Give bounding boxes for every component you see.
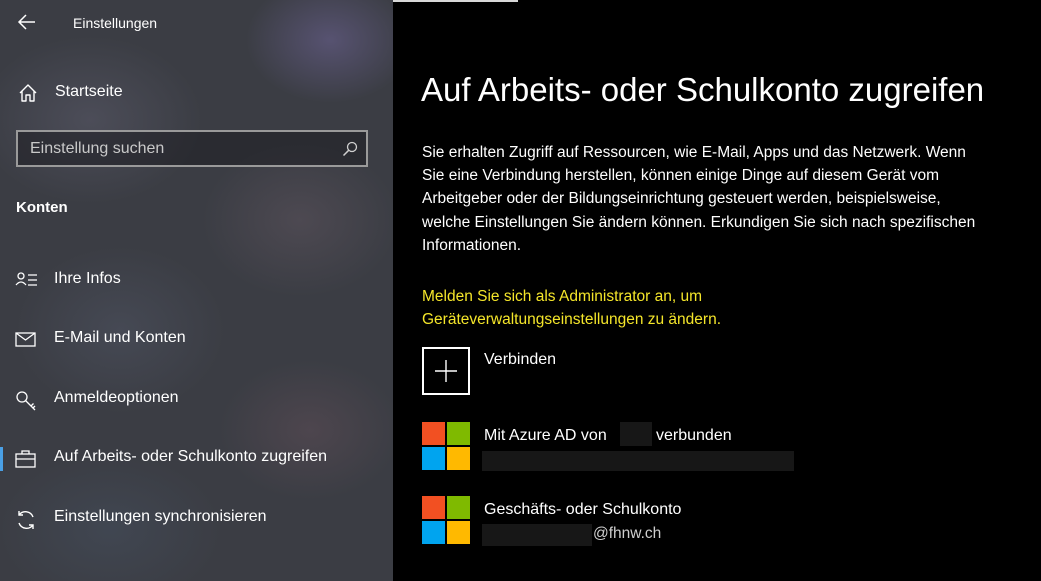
description-text: Sie erhalten Zugriff auf Ressourcen, wie… (422, 144, 976, 254)
microsoft-logo-icon (422, 496, 472, 546)
account-domain: @fhnw.ch (593, 525, 662, 542)
sidebar: Einstellungen Startseite Konten Ihre Inf… (0, 0, 393, 581)
connect-label[interactable]: Verbinden (484, 351, 556, 369)
sidebar-item-label: Ihre Infos (54, 270, 121, 287)
account-title-suffix: verbunden (656, 427, 732, 444)
account-azure-ad[interactable]: Mit Azure AD von verbunden (420, 420, 800, 475)
sidebar-item-label: Einstellungen synchronisieren (54, 508, 267, 525)
sidebar-item-label: E-Mail und Konten (54, 329, 186, 346)
window-top-edge (393, 0, 518, 2)
briefcase-icon (15, 450, 36, 468)
app-title: Einstellungen (73, 15, 158, 31)
person-card-icon (15, 272, 37, 286)
account-title: Geschäfts- oder Schulkonto (484, 501, 682, 518)
sidebar-item-label: Auf Arbeits- oder Schulkonto zugreifen (54, 448, 328, 465)
redacted-account-detail (482, 451, 794, 471)
search-input[interactable] (30, 138, 330, 160)
sidebar-item-label: Startseite (55, 83, 123, 100)
sidebar-item-email[interactable]: E-Mail und Konten (0, 319, 393, 359)
sidebar-item-anmeldeoptionen[interactable]: Anmeldeoptionen (0, 379, 393, 419)
microsoft-logo-icon (422, 422, 472, 472)
redacted-username (482, 524, 592, 546)
sidebar-item-ihre-infos[interactable]: Ihre Infos (0, 260, 393, 300)
search-icon[interactable] (342, 141, 358, 157)
back-button[interactable] (14, 9, 40, 35)
account-work-school[interactable]: Geschäfts- oder Schulkonto @fhnw.ch (420, 494, 800, 549)
page-title: Auf Arbeits- oder Schulkonto zugreifen (421, 71, 985, 108)
connect-button[interactable] (422, 347, 470, 395)
key-icon (16, 391, 36, 411)
plus-icon (435, 360, 457, 382)
search-box[interactable] (16, 130, 368, 167)
sidebar-item-synchronisieren[interactable]: Einstellungen synchronisieren (0, 498, 393, 538)
sidebar-item-arbeits-schulkonto[interactable]: Auf Arbeits- oder Schulkonto zugreifen (0, 438, 393, 478)
admin-link[interactable]: Melden Sie sich als Administrator an, um… (422, 285, 822, 331)
redacted-org (620, 422, 652, 446)
home-icon (19, 84, 37, 102)
active-indicator (0, 447, 3, 471)
envelope-icon (15, 332, 36, 347)
account-title-prefix: Mit Azure AD von (484, 427, 607, 444)
sidebar-item-home[interactable]: Startseite (14, 80, 374, 106)
sync-icon (18, 511, 34, 529)
arrow-left-icon (17, 14, 35, 30)
section-heading: Konten (16, 199, 68, 216)
sidebar-item-label: Anmeldeoptionen (54, 389, 179, 406)
